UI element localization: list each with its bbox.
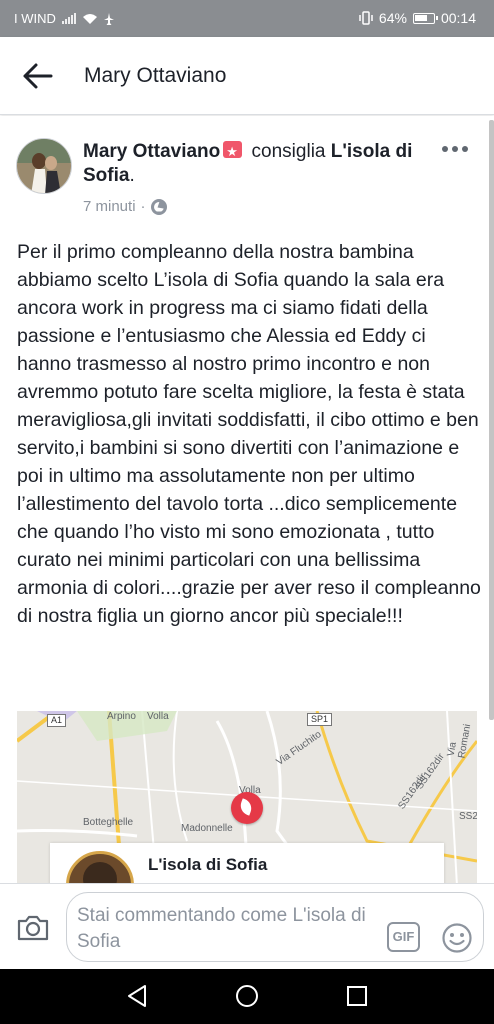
globe-icon [150, 198, 167, 215]
post-body: Per il primo compleanno della nostra bam… [17, 241, 481, 627]
place-card-title: L'isola di Sofia [148, 855, 268, 874]
post-action: consiglia [251, 141, 326, 162]
punctuation: . [129, 165, 135, 186]
signal-icon [61, 13, 76, 24]
meta-separator: · [140, 198, 146, 215]
author-name[interactable]: Mary Ottaviano [83, 141, 220, 162]
status-bar: I WIND 64% 00:14 [0, 0, 494, 37]
battery-percent: 64% [378, 10, 407, 26]
post-header: Mary Ottaviano consiglia L'isola di Sofi… [83, 140, 443, 188]
nav-back-icon[interactable] [126, 984, 148, 1008]
map-label-volla-top: Volla [147, 711, 169, 722]
android-nav-bar [0, 969, 494, 1024]
place-logo [66, 851, 134, 884]
author-avatar[interactable] [16, 138, 72, 194]
status-left: I WIND [14, 11, 114, 26]
emoji-icon[interactable] [441, 922, 473, 954]
battery-icon [412, 12, 438, 24]
clock: 00:14 [440, 10, 476, 26]
comment-bar: Stai commentando come L'isola di Sofia G… [0, 883, 494, 969]
road-shield-sp1: SP1 [307, 713, 333, 726]
carrier-label: I WIND [14, 11, 56, 26]
comment-placeholder: Stai commentando come L'isola di Sofia [77, 905, 366, 952]
location-pin-icon[interactable] [231, 792, 263, 824]
back-arrow-icon[interactable] [22, 62, 54, 90]
nav-recent-apps-icon[interactable] [346, 985, 368, 1007]
status-right: 64% 00:14 [359, 10, 476, 26]
road-shield-a1: A1 [47, 714, 67, 727]
more-options-icon[interactable] [442, 146, 468, 152]
post-time[interactable]: 7 minuti [83, 198, 136, 215]
comment-input[interactable]: Stai commentando come L'isola di Sofia G… [66, 892, 484, 962]
nav-home-icon[interactable] [235, 984, 259, 1008]
page-title: Mary Ottaviano [84, 64, 227, 87]
avatar-photo [17, 139, 71, 193]
camera-icon[interactable] [16, 914, 50, 942]
vibrate-icon [359, 11, 373, 25]
map-label-arpino: Arpino [107, 711, 136, 722]
wifi-icon [82, 13, 97, 24]
app-header: Mary Ottaviano [0, 37, 494, 115]
airplane-icon [103, 12, 114, 25]
map-label-madonnelle: Madonnelle [181, 823, 233, 834]
scrollbar[interactable] [489, 120, 494, 720]
map-label-botteghelle: Botteghelle [83, 817, 134, 828]
place-card[interactable]: L'isola di Sofia [50, 843, 444, 884]
gif-button[interactable]: GIF [387, 922, 420, 952]
post-meta: 7 minuti · [83, 198, 167, 215]
post: Mary Ottaviano consiglia L'isola di Sofi… [0, 116, 494, 884]
recommend-icon [223, 140, 243, 164]
map-label-ss2: SS2 [459, 811, 477, 822]
